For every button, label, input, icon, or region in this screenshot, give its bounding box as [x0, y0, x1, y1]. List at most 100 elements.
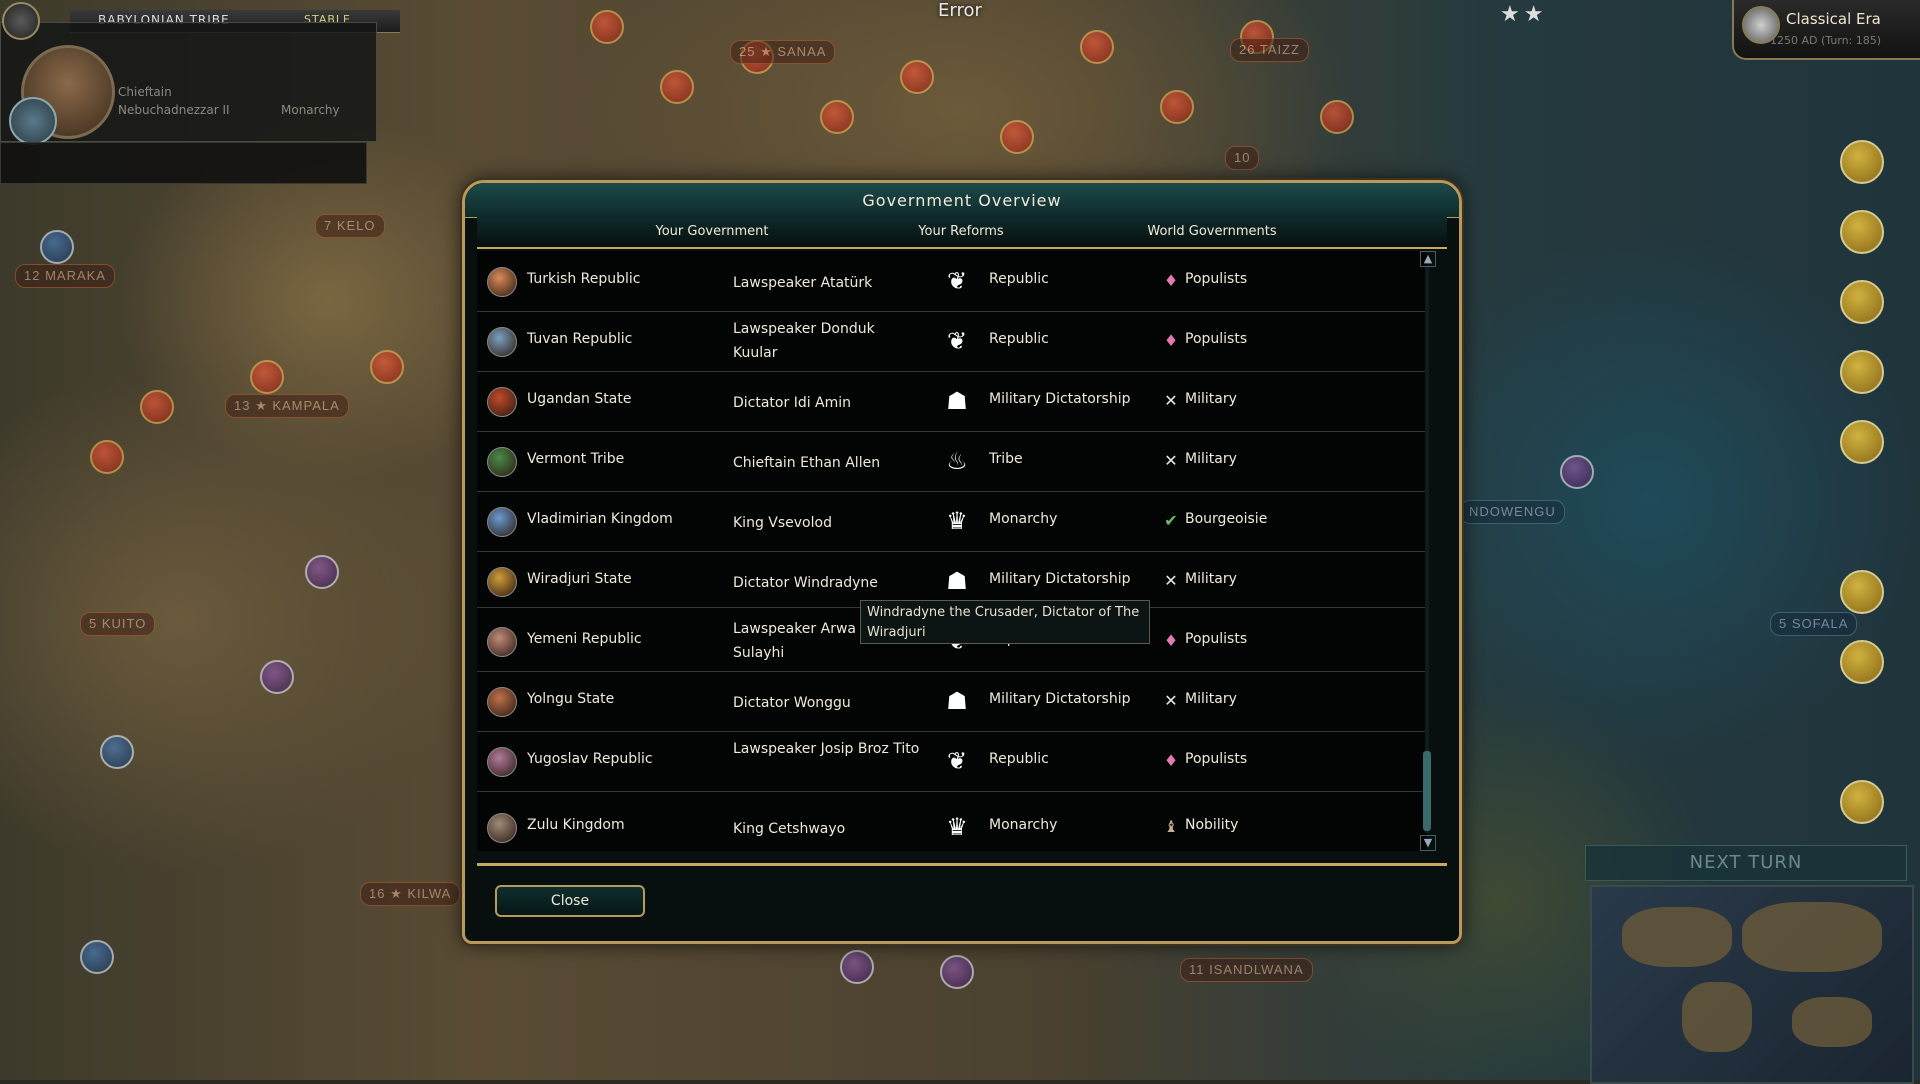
city-banner[interactable]: 25 ★ SANAA — [730, 40, 836, 64]
minimap-land — [1742, 902, 1882, 972]
leader-name[interactable]: King Cetshwayo — [733, 817, 923, 841]
unit-token[interactable] — [590, 10, 624, 44]
world-governments-list[interactable]: Turkish Republic Lawspeaker Atatürk ❦ Repub… — [477, 251, 1427, 851]
city-banner[interactable]: NDOWENGU — [1460, 500, 1565, 524]
city-banner[interactable]: 11 ISANDLWANA — [1180, 958, 1313, 982]
notification-icon[interactable] — [1840, 280, 1884, 324]
civ-emblem-icon — [487, 267, 517, 297]
campfire-icon: ♨ — [946, 447, 968, 475]
unit-token[interactable] — [1160, 90, 1194, 124]
scroll-track[interactable] — [1425, 267, 1429, 833]
city-banner[interactable]: 7 KELO — [315, 214, 385, 238]
leader-name[interactable]: Lawspeaker Atatürk — [733, 271, 923, 295]
unit-token[interactable] — [1080, 30, 1114, 64]
notification-icon[interactable] — [1840, 570, 1884, 614]
unit-token[interactable] — [90, 440, 124, 474]
government-name: Military Dictatorship — [989, 391, 1131, 407]
unit-token[interactable] — [250, 360, 284, 394]
city-banner[interactable]: 5 SOFALA — [1770, 612, 1858, 636]
notification-icon[interactable] — [1840, 210, 1884, 254]
populists-icon: ♦ — [1163, 271, 1179, 290]
leader-name[interactable]: King Vsevolod — [733, 511, 923, 535]
city-banner[interactable]: 5 KUITO — [80, 612, 156, 636]
leader-name[interactable]: Lawspeaker Josip Broz Tito — [733, 737, 923, 761]
list-scrollbar[interactable]: ▲ ▼ — [1417, 251, 1437, 851]
dialog-header: Government Overview — [465, 183, 1459, 218]
notification-icon[interactable] — [1840, 350, 1884, 394]
civ-name: Ugandan State — [527, 391, 632, 407]
menu-button[interactable] — [2, 2, 40, 40]
city-banner[interactable]: 26 TAIZZ — [1230, 38, 1309, 62]
table-row[interactable]: Zulu Kingdom King Cetshwayo ♛ Monarchy ♝ Nobi… — [477, 797, 1427, 851]
table-row[interactable]: Turkish Republic Lawspeaker Atatürk ❦ Repub… — [477, 251, 1427, 312]
table-row[interactable]: Tuvan Republic Lawspeaker Donduk Kuular ❦ R… — [477, 311, 1427, 372]
table-row[interactable]: Yugoslav Republic Lawspeaker Josip Broz T… — [477, 731, 1427, 792]
era-panel[interactable]: Classical Era 1250 AD (Turn: 185) — [1732, 0, 1920, 60]
notification-icon[interactable] — [1840, 140, 1884, 184]
next-turn-button[interactable]: NEXT TURN — [1585, 845, 1907, 881]
unit-token[interactable] — [900, 60, 934, 94]
minimap[interactable] — [1590, 885, 1914, 1084]
laurel-icon: ❦ — [946, 267, 968, 295]
unit-token[interactable] — [80, 940, 114, 974]
error-label: Error — [938, 0, 982, 21]
faction-name: Populists — [1185, 331, 1248, 347]
leader-name[interactable]: Chieftain Ethan Allen — [733, 451, 923, 475]
unit-token[interactable] — [100, 735, 134, 769]
leader-name[interactable]: Dictator Wonggu — [733, 691, 923, 715]
notification-icon[interactable] — [1840, 780, 1884, 824]
faction-name: Military — [1185, 571, 1237, 587]
helmet-icon: ☗ — [946, 567, 968, 595]
unit-token[interactable] — [1320, 100, 1354, 134]
city-banner[interactable]: 16 ★ KILWA — [360, 882, 461, 906]
city-banner[interactable]: 12 MARAKA — [15, 264, 115, 288]
tab-your-reforms[interactable]: Your Reforms — [851, 224, 1071, 239]
unit-token[interactable] — [40, 230, 74, 264]
table-row[interactable]: Vladimirian Kingdom King Vsevolod ♛ Monarch… — [477, 491, 1427, 552]
scroll-down-icon[interactable]: ▼ — [1420, 835, 1436, 851]
notification-icon[interactable] — [1840, 420, 1884, 464]
unit-token[interactable] — [840, 950, 874, 984]
unit-token[interactable] — [305, 555, 339, 589]
leader-name[interactable]: Lawspeaker Donduk Kuular — [733, 317, 923, 365]
civ-emblem-icon — [487, 687, 517, 717]
close-button[interactable]: Close — [495, 885, 645, 917]
tab-your-government[interactable]: Your Government — [602, 224, 822, 239]
city-banner[interactable]: 10 — [1225, 146, 1260, 170]
unit-token[interactable] — [1560, 455, 1594, 489]
unit-token[interactable] — [940, 955, 974, 989]
civ-emblem-icon — [9, 97, 57, 145]
unit-token[interactable] — [660, 70, 694, 104]
scroll-thumb[interactable] — [1423, 751, 1431, 831]
table-row[interactable]: Yolngu State Dictator Wonggu ☗ Military Dic… — [477, 671, 1427, 732]
crossed-swords-icon: ✕ — [1164, 391, 1178, 410]
populists-icon: ♦ — [1163, 331, 1179, 350]
populists-icon: ♦ — [1163, 751, 1179, 770]
turn-label: 1250 AD (Turn: 185) — [1770, 34, 1882, 47]
tab-world-governments[interactable]: World Governments — [1102, 224, 1322, 239]
faction-name: Bourgeoisie — [1185, 511, 1268, 527]
unit-token[interactable] — [140, 390, 174, 424]
faction-name: Military — [1185, 691, 1237, 707]
civ-emblem-icon — [487, 327, 517, 357]
leader-name[interactable]: Dictator Windradyne — [733, 571, 923, 595]
unit-token[interactable] — [370, 350, 404, 384]
score-stars-icon: ★★ — [1500, 2, 1548, 27]
leader-name: Nebuchadnezzar II — [118, 103, 230, 117]
government-name: Military Dictatorship — [989, 571, 1131, 587]
city-banner[interactable]: 13 ★ KAMPALA — [225, 394, 349, 418]
table-row[interactable]: Vermont Tribe Chieftain Ethan Allen ♨ Tribe… — [477, 431, 1427, 492]
faction-name: Populists — [1185, 631, 1248, 647]
civ-name: Yemeni Republic — [527, 631, 642, 647]
leader-name[interactable]: Dictator Idi Amin — [733, 391, 923, 415]
table-row[interactable]: Ugandan State Dictator Idi Amin ☗ Military … — [477, 371, 1427, 432]
notification-icon[interactable] — [1840, 640, 1884, 684]
civ-name: Wiradjuri State — [527, 571, 632, 587]
nobility-icon: ♝ — [1163, 817, 1179, 836]
unit-token[interactable] — [260, 660, 294, 694]
unit-token[interactable] — [1000, 120, 1034, 154]
scroll-up-icon[interactable]: ▲ — [1420, 251, 1436, 267]
government-name: Monarchy — [989, 511, 1058, 527]
unit-token[interactable] — [820, 100, 854, 134]
government-name: Republic — [989, 751, 1049, 767]
